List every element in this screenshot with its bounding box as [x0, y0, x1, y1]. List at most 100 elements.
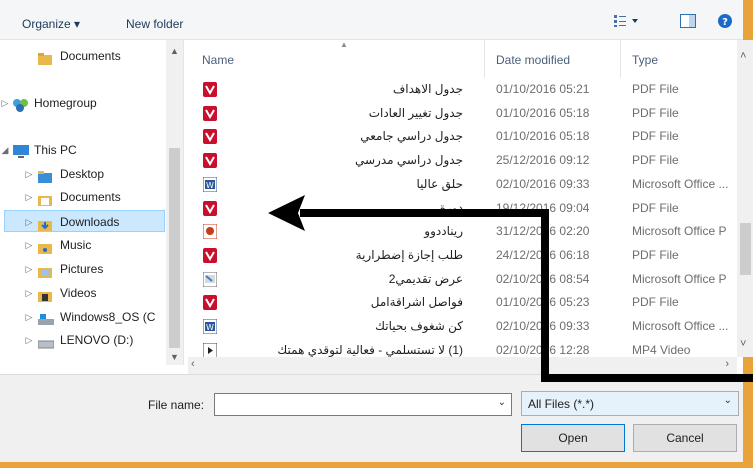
open-button[interactable]: Open [521, 424, 625, 452]
chevron-right-icon[interactable]: ▷ [24, 282, 34, 304]
column-header-name[interactable]: Name [202, 53, 234, 67]
file-type: PDF File [632, 247, 679, 262]
file-date: 02/10/2016 08:54 [496, 271, 590, 286]
file-date: 01/10/2016 05:18 [496, 129, 590, 144]
chevron-right-icon[interactable]: ▷ [24, 306, 34, 328]
filename-label: File name: [148, 398, 205, 412]
pdf-file-icon [203, 247, 217, 263]
chevron-right-icon[interactable]: ▷ [24, 329, 34, 351]
file-row[interactable]: عرض تقديمي2 02/10/2016 08:54 Microsoft Off… [188, 267, 728, 291]
file-row[interactable]: جدول تغيير العادات 01/10/2016 05:18 PDF Fi… [188, 101, 728, 125]
file-row[interactable]: دورة 19/12/2016 09:04 PDF File [188, 196, 728, 220]
ppt-file-icon [202, 223, 218, 240]
chevron-right-icon[interactable]: ▷ [24, 163, 34, 185]
folder-download-icon [38, 216, 52, 231]
file-date: 02/10/2016 09:33 [496, 319, 590, 333]
nav-item-music[interactable]: ▷ Music [0, 234, 167, 256]
nav-item-lenovo[interactable]: ▷ LENOVO (D:) [0, 329, 167, 351]
file-date: 19/12/2016 09:04 [496, 200, 590, 215]
file-row[interactable]: حلق عاليا W 02/10/2016 09:33 Microsoft Offi… [188, 172, 728, 196]
folder-music-icon [38, 239, 52, 254]
nav-item-documents[interactable]: ▷ Documents [0, 186, 167, 208]
filename-input[interactable] [217, 396, 487, 413]
scroll-down-icon[interactable]: ˅ [740, 338, 746, 350]
chevron-right-icon[interactable]: ▷ [24, 258, 34, 280]
nav-item-this-pc[interactable]: ◢ This PC [0, 139, 167, 161]
file-type: Microsoft Office ... [632, 176, 729, 191]
nav-scrollbar[interactable]: ▲ ▼ [166, 40, 183, 365]
file-name: عرض تقديمي2 [388, 271, 463, 286]
drive-icon [37, 334, 55, 349]
file-type: Microsoft Office P [632, 271, 727, 286]
file-list-vscrollbar[interactable]: ˄ ˅ [737, 40, 753, 357]
file-date: 25/12/2016 09:12 [496, 153, 590, 168]
file-type: Microsoft Office P [632, 224, 727, 239]
navigation-pane[interactable]: Documents ▷ Homegroup ◢ This PC ▷ Deskto… [0, 40, 184, 365]
file-date: 01/10/2016 05:21 [496, 82, 590, 96]
homegroup-icon [12, 97, 28, 112]
file-row[interactable]: كن شغوف بحياتك W 02/10/2016 09:33 Microsoft… [188, 314, 728, 338]
file-row[interactable]: فواصل اشراقةامل 01/10/2016 05:23 PDF File [188, 290, 728, 314]
new-folder-button[interactable]: New folder [126, 17, 183, 31]
file-row[interactable]: جدول الاهداف 01/10/2016 05:21 PDF File [188, 77, 728, 101]
file-date: 31/12/2016 02:20 [496, 224, 590, 239]
nav-item-pictures[interactable]: ▷ Pictures [0, 258, 167, 280]
scroll-down-icon[interactable]: ▼ [170, 352, 179, 362]
nav-item-videos[interactable]: ▷ Videos [0, 282, 167, 304]
preview-pane-icon[interactable] [680, 14, 696, 28]
column-separator[interactable] [620, 40, 621, 78]
file-rows: جدول الاهداف 01/10/2016 05:21 PDF File جدول… [188, 77, 743, 365]
video-file-icon [202, 342, 218, 359]
organize-button[interactable]: Organize ▾ [22, 17, 80, 31]
cancel-button[interactable]: Cancel [633, 424, 737, 452]
chevron-down-icon[interactable]: ⌄ [498, 397, 506, 408]
bottom-panel: File name: ⌄ All Files (*.*) ⌄ Open Canc… [0, 374, 743, 462]
column-header-date[interactable]: Date modified [496, 53, 570, 67]
file-date: 24/12/2016 06:18 [496, 247, 590, 262]
svg-text:W: W [206, 323, 214, 332]
pdf-file-icon [203, 105, 217, 121]
file-row[interactable]: جدول دراسي جامعي 01/10/2016 05:18 PDF File [188, 124, 728, 148]
view-options-icon[interactable] [614, 14, 638, 28]
word-file-icon: W [202, 318, 218, 335]
chevron-right-icon[interactable]: ▷ [24, 234, 34, 256]
file-name: دورة [439, 200, 463, 215]
file-type: PDF File [632, 153, 679, 168]
help-icon[interactable]: ? [718, 14, 734, 28]
pdf-file-icon [203, 295, 217, 311]
nav-item-homegroup[interactable]: ▷ Homegroup [0, 92, 167, 114]
file-list-hscrollbar[interactable]: ‹ › [188, 357, 737, 374]
column-header-type[interactable]: Type [632, 53, 658, 67]
chevron-right-icon[interactable]: ▷ [24, 186, 34, 208]
file-row[interactable]: ريناددوو 31/12/2016 02:20 Microsoft Office… [188, 219, 728, 243]
chevron-down-icon[interactable]: ◢ [0, 139, 10, 161]
scroll-left-icon[interactable]: ‹ [191, 358, 195, 370]
nav-item-downloads[interactable]: ▷ Downloads [4, 210, 165, 232]
scroll-up-icon[interactable]: ▲ [170, 46, 179, 56]
scroll-up-icon[interactable]: ˄ [740, 50, 746, 62]
chevron-down-icon[interactable]: ⌄ [724, 395, 732, 406]
file-type-filter[interactable]: All Files (*.*) ⌄ [521, 391, 739, 416]
scroll-right-icon[interactable]: › [725, 358, 729, 370]
nav-item-documents-quick[interactable]: Documents [0, 45, 167, 67]
file-row[interactable]: طلب إجازة إضطرارية 24/12/2016 06:18 PDF Fi… [188, 243, 728, 267]
chevron-right-icon[interactable]: ▷ [24, 211, 34, 233]
column-separator[interactable] [484, 40, 485, 78]
file-row[interactable]: جدول دراسي مدرسي 25/12/2016 09:12 PDF File [188, 148, 728, 172]
folder-icon [38, 50, 52, 65]
chevron-right-icon[interactable]: ▷ [0, 92, 10, 114]
file-type: PDF File [632, 200, 679, 215]
folder-icon [38, 191, 52, 206]
file-type: PDF File [632, 105, 679, 120]
filename-combobox[interactable]: ⌄ [214, 393, 512, 416]
file-name: جدول تغيير العادات [368, 105, 463, 120]
word-file-icon: W [202, 176, 218, 193]
nav-scroll-thumb[interactable] [169, 148, 180, 348]
file-date: 02/10/2016 09:33 [496, 176, 590, 191]
nav-item-desktop[interactable]: ▷ Desktop [0, 163, 167, 185]
nav-item-windows8-os[interactable]: ▷ Windows8_OS (C [0, 306, 167, 328]
file-type-filter-value: All Files (*.*) [528, 397, 595, 411]
file-name: طلب إجازة إضطرارية [355, 247, 463, 262]
file-list[interactable]: Name ▲ Date modified Type جدول الاهداف 01… [188, 40, 743, 365]
list-scroll-thumb[interactable] [740, 223, 751, 275]
